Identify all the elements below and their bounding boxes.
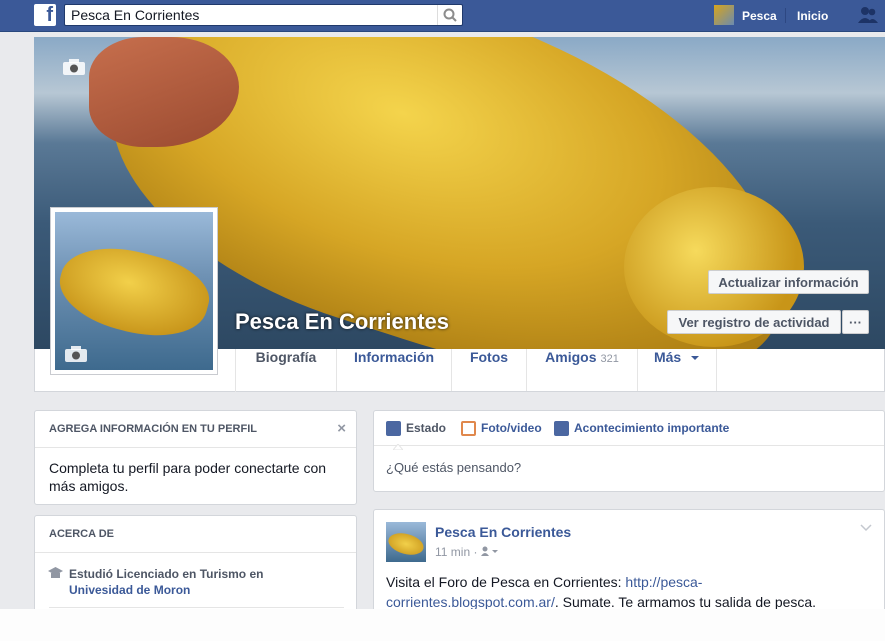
education-text: Estudió Licenciado en Turismo en xyxy=(69,567,264,581)
tab-label: Fotos xyxy=(469,349,509,365)
tab-biografia[interactable]: Biografía xyxy=(236,349,337,391)
education-link[interactable]: Univesidad de Moron xyxy=(69,582,342,598)
audience-icon[interactable] xyxy=(480,546,499,556)
page-title: Pesca En Corrientes xyxy=(235,309,449,334)
tab-mas[interactable]: Más xyxy=(638,349,717,391)
post-text: Visita el Foro de Pesca en Corrientes: h… xyxy=(386,572,856,612)
post-time[interactable]: 11 min xyxy=(435,545,470,559)
composer-tab-photo[interactable]: Foto/video xyxy=(461,421,542,437)
more-options-button[interactable]: ··· xyxy=(842,310,869,334)
post-link[interactable]: http://pesca- xyxy=(625,574,702,590)
nav-divider xyxy=(785,8,786,23)
flag-icon xyxy=(554,421,569,437)
education-icon xyxy=(48,567,63,578)
tab-amigos[interactable]: Amigos 321 xyxy=(527,349,638,391)
camera-icon[interactable] xyxy=(63,59,85,75)
search-box[interactable] xyxy=(64,4,463,26)
profile-prompt-header: AGREGA INFORMACIÓN EN TU PERFIL × xyxy=(35,411,356,448)
activity-log-button[interactable]: Ver registro de actividad xyxy=(667,310,841,334)
top-bar: f Pesca Inicio xyxy=(0,0,885,32)
composer-tab-label: Acontecimiento importante xyxy=(574,421,730,435)
update-info-button[interactable]: Actualizar información xyxy=(708,270,869,294)
profile-image xyxy=(55,212,213,370)
tab-divider xyxy=(235,349,236,392)
camera-icon[interactable] xyxy=(65,346,87,362)
search-icon xyxy=(443,8,457,22)
post-author[interactable]: Pesca En Corrientes xyxy=(435,524,571,540)
search-input[interactable] xyxy=(71,5,431,25)
education-item: Estudió Licenciado en Turismo en Univesi… xyxy=(35,553,356,598)
chevron-down-icon xyxy=(691,356,700,361)
composer-tab-status[interactable]: Estado xyxy=(386,421,447,437)
avatar-fish-image xyxy=(386,529,426,559)
profile-prompt-text: Completa tu perfil para poder conectarte… xyxy=(49,460,327,494)
home-link[interactable]: Inicio xyxy=(797,9,828,31)
search-button[interactable] xyxy=(437,5,462,25)
close-icon[interactable]: × xyxy=(337,411,346,447)
composer-tabs: Estado Foto/video Acontecimiento importa… xyxy=(374,411,884,450)
user-name-link[interactable]: Pesca xyxy=(742,9,777,31)
chevron-down-icon[interactable] xyxy=(860,524,872,532)
tab-label: Información xyxy=(353,349,435,365)
profile-prompt-title: AGREGA INFORMACIÓN EN TU PERFIL xyxy=(49,423,257,435)
pencil-icon xyxy=(386,421,401,437)
tab-label: Más xyxy=(653,349,682,365)
tab-label: Amigos xyxy=(545,349,597,365)
post-meta: 11 min · xyxy=(435,545,499,559)
user-avatar[interactable] xyxy=(714,5,734,25)
friend-requests-icon[interactable] xyxy=(857,6,879,24)
profile-picture[interactable] xyxy=(50,207,218,375)
post-avatar[interactable] xyxy=(386,522,426,562)
profile-fish-image xyxy=(55,233,213,351)
composer-tab-label: Foto/video xyxy=(481,421,542,435)
about-header: ACERCA DE xyxy=(35,516,356,553)
profile-prompt-card: AGREGA INFORMACIÓN EN TU PERFIL × Comple… xyxy=(34,410,357,505)
composer-tab-event[interactable]: Acontecimiento importante xyxy=(554,421,730,437)
tab-label: Biografía xyxy=(255,349,317,365)
tab-informacion[interactable]: Información xyxy=(337,349,452,391)
post-text-after: . Sumate. Te armamos tu salida de pesca. xyxy=(554,594,817,610)
photo-icon xyxy=(461,421,476,437)
active-tab-indicator xyxy=(393,444,403,450)
composer-input[interactable]: ¿Qué estás pensando? xyxy=(374,446,884,489)
page-footer-blank xyxy=(0,609,885,641)
about-divider xyxy=(49,607,344,608)
friends-count: 321 xyxy=(600,353,619,365)
composer-tab-label: Estado xyxy=(406,421,447,435)
post-text-before: Visita el Foro de Pesca en Corrientes: xyxy=(386,574,626,590)
tab-fotos[interactable]: Fotos xyxy=(452,349,527,391)
composer-card: Estado Foto/video Acontecimiento importa… xyxy=(373,410,885,492)
facebook-logo-icon[interactable]: f xyxy=(34,4,56,26)
post-link[interactable]: corrientes.blogspot.com.ar/ xyxy=(386,594,555,610)
